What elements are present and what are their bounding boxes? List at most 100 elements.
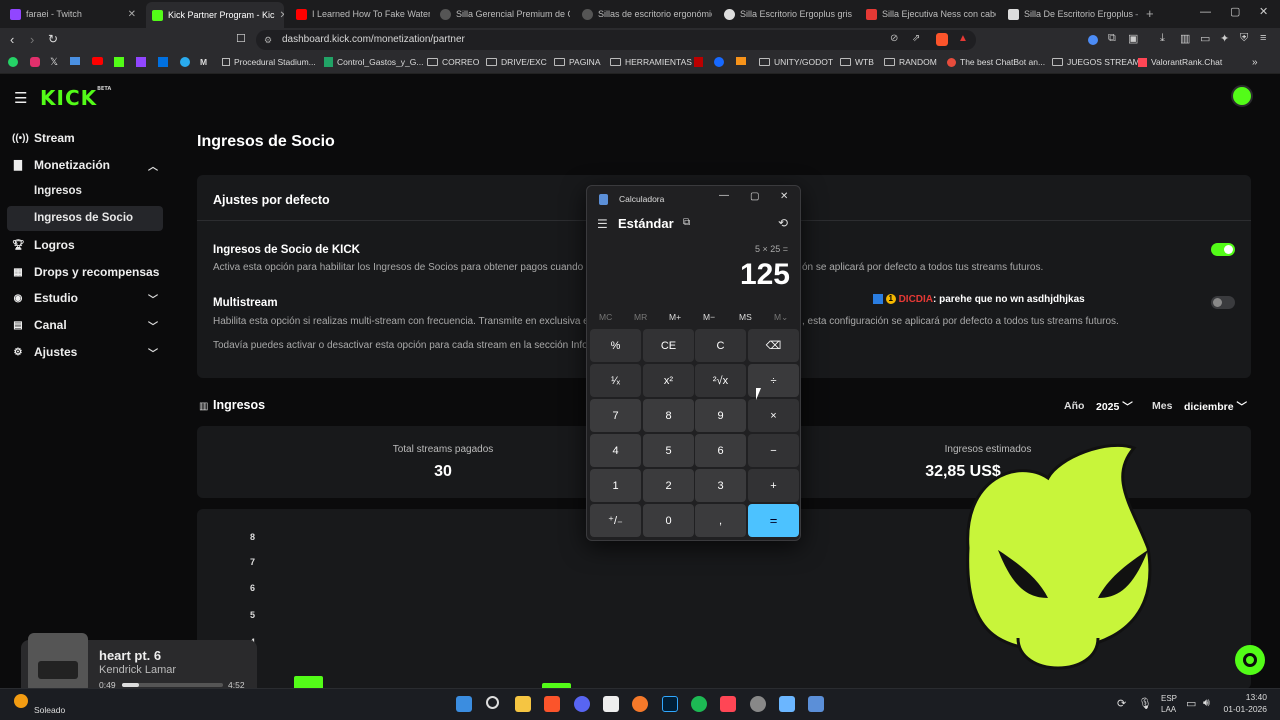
percent-button[interactable]: % xyxy=(590,329,641,362)
multistream-toggle[interactable] xyxy=(1211,296,1235,309)
twitch-icon[interactable] xyxy=(136,57,146,67)
rewards-icon[interactable]: ▲ xyxy=(958,33,968,44)
clock-time[interactable]: 13:40 xyxy=(1223,692,1267,702)
brave-shield-icon[interactable] xyxy=(936,33,948,46)
digit-5-button[interactable]: 5 xyxy=(643,434,694,467)
sidebar-item-ajustes[interactable]: ⚙ Ajustes ﹀ xyxy=(12,345,162,360)
bookmark-folder[interactable]: PAGINA xyxy=(554,57,601,67)
notion-icon[interactable] xyxy=(603,696,619,712)
sqrt-button[interactable]: ²√x xyxy=(695,364,746,397)
digit-8-button[interactable]: 8 xyxy=(643,399,694,432)
wifi-icon[interactable]: ⟳ xyxy=(1117,697,1126,710)
multiply-button[interactable]: × xyxy=(748,399,799,432)
hamburger-menu-icon[interactable]: ☰ xyxy=(14,89,27,107)
bookmark-item[interactable]: Procedural Stadium... xyxy=(222,57,316,67)
bookmark-folder[interactable]: CORREO xyxy=(427,57,479,67)
decimal-button[interactable]: , xyxy=(695,504,746,537)
close-tab-icon[interactable]: ✕ xyxy=(128,9,136,20)
kick-icon[interactable] xyxy=(114,57,124,67)
sidebar-item-monetizacion[interactable]: ▇ Monetización ︿ xyxy=(12,158,162,173)
spotify-icon[interactable] xyxy=(691,696,707,712)
forward-icon[interactable]: › xyxy=(30,32,34,47)
close-window-icon[interactable]: ✕ xyxy=(1259,5,1268,18)
maximize-icon[interactable]: ▢ xyxy=(750,191,759,202)
browser-tab[interactable]: Sillas de escritorio ergonómica xyxy=(576,3,712,25)
browser-tab[interactable]: Silla Escritorio Ergoplus gris - T xyxy=(718,3,854,25)
network-icon[interactable]: ▭ xyxy=(1186,697,1196,710)
square-button[interactable]: x² xyxy=(643,364,694,397)
bookmark-item[interactable]: Control_Gastos_y_G... xyxy=(324,57,423,67)
sidebar-item-canal[interactable]: ▤ Canal ﹀ xyxy=(12,318,162,333)
vpn-icon[interactable]: ⛨ xyxy=(1240,32,1248,45)
sidebar-item-logros[interactable]: 🏆︎ Logros xyxy=(12,238,162,252)
photoshop-icon[interactable] xyxy=(662,696,678,712)
digit-3-button[interactable]: 3 xyxy=(695,469,746,502)
bookmark-folder[interactable]: JUEGOS STREAM xyxy=(1052,57,1140,67)
bookmark-folder[interactable]: UNITY/GODOT xyxy=(759,57,833,67)
memory-list-button[interactable]: M⌄ xyxy=(774,312,788,323)
wallet-icon[interactable]: ▭ xyxy=(1200,32,1210,45)
user-avatar[interactable] xyxy=(1231,85,1253,107)
volume-icon[interactable]: 🔊︎ xyxy=(1203,697,1210,710)
sidebar-item-drops[interactable]: ▦ Drops y recompensas xyxy=(12,265,162,279)
track-progress[interactable] xyxy=(122,683,223,687)
valorant-icon[interactable] xyxy=(720,696,736,712)
memory-store-button[interactable]: MS xyxy=(739,312,752,322)
browser-tab[interactable]: Silla Gerencial Premium de Ofi xyxy=(434,3,570,25)
browser-tab-active[interactable]: Kick Partner Program - Kic ✕ xyxy=(146,2,284,28)
browser-tab[interactable]: Silla De Escritorio Ergoplus – S xyxy=(1002,3,1138,25)
wallet-icon[interactable] xyxy=(736,57,746,65)
digit-6-button[interactable]: 6 xyxy=(695,434,746,467)
sidebar-item-stream[interactable]: ((•)) Stream xyxy=(12,131,162,145)
close-tab-icon[interactable]: ✕ xyxy=(280,10,284,21)
x-icon[interactable]: 𝕏 xyxy=(50,57,58,68)
obs-icon[interactable] xyxy=(750,696,766,712)
add-button[interactable]: + xyxy=(748,469,799,502)
notepad-icon[interactable] xyxy=(779,696,795,712)
address-bar[interactable]: dashboard.kick.com/monetization/partner xyxy=(256,30,976,50)
memory-clear-button[interactable]: MC xyxy=(599,312,612,322)
bookmark-folder[interactable]: HERRAMIENTAS xyxy=(610,57,692,67)
file-explorer-icon[interactable] xyxy=(515,696,531,712)
blender-icon[interactable] xyxy=(632,696,648,712)
minimize-icon[interactable]: — xyxy=(1200,6,1211,18)
discord-icon[interactable] xyxy=(574,696,590,712)
brave-icon[interactable] xyxy=(544,696,560,712)
memory-recall-button[interactable]: MR xyxy=(634,312,647,322)
memory-add-button[interactable]: M+ xyxy=(669,312,681,322)
language-top[interactable]: ESP xyxy=(1161,694,1177,703)
backspace-button[interactable]: ⌫ xyxy=(748,329,799,362)
negate-button[interactable]: ⁺/₋ xyxy=(590,504,641,537)
sidebar-subitem-ingresos-socio[interactable]: Ingresos de Socio xyxy=(34,212,133,224)
back-icon[interactable]: ‹ xyxy=(10,32,14,47)
sidebar-subitem-ingresos[interactable]: Ingresos xyxy=(34,185,82,197)
digit-4-button[interactable]: 4 xyxy=(590,434,641,467)
extensions-icon[interactable]: ⧉ xyxy=(1108,32,1116,45)
windows-start-icon[interactable] xyxy=(456,696,472,712)
clear-entry-button[interactable]: CE xyxy=(643,329,694,362)
calculator-taskbar-icon[interactable] xyxy=(808,696,824,712)
share-icon[interactable]: ⇗ xyxy=(912,33,920,44)
youtube-icon[interactable] xyxy=(92,57,103,65)
year-select[interactable]: 2025 ﹀ xyxy=(1096,399,1133,414)
subtract-button[interactable]: − xyxy=(748,434,799,467)
memory-subtract-button[interactable]: M− xyxy=(703,312,715,322)
instagram-icon[interactable] xyxy=(30,57,40,67)
kick-partner-toggle[interactable] xyxy=(1211,243,1235,256)
minimize-icon[interactable]: — xyxy=(719,190,729,201)
behance-icon[interactable] xyxy=(714,57,724,67)
digit-1-button[interactable]: 1 xyxy=(590,469,641,502)
bookmark-item[interactable]: The best ChatBot an... xyxy=(947,57,1045,67)
sidebar-item-estudio[interactable]: ◉ Estudio ﹀ xyxy=(12,291,162,306)
reciprocal-button[interactable]: ¹⁄ₓ xyxy=(590,364,641,397)
telegram-icon[interactable] xyxy=(180,57,190,67)
nav-menu-icon[interactable]: ☰ xyxy=(597,217,608,231)
whatsapp-icon[interactable] xyxy=(8,57,18,67)
bookmark-folder[interactable]: WTB xyxy=(840,57,874,67)
messages-icon[interactable] xyxy=(70,57,80,65)
more-bookmarks-icon[interactable]: » xyxy=(1252,57,1258,68)
sidebar-icon[interactable]: ▥ xyxy=(1180,32,1190,45)
search-icon[interactable] xyxy=(486,696,499,709)
ai-icon[interactable]: ✦ xyxy=(1220,32,1229,45)
browser-tab[interactable]: faraei - Twitch ✕ xyxy=(4,3,142,25)
